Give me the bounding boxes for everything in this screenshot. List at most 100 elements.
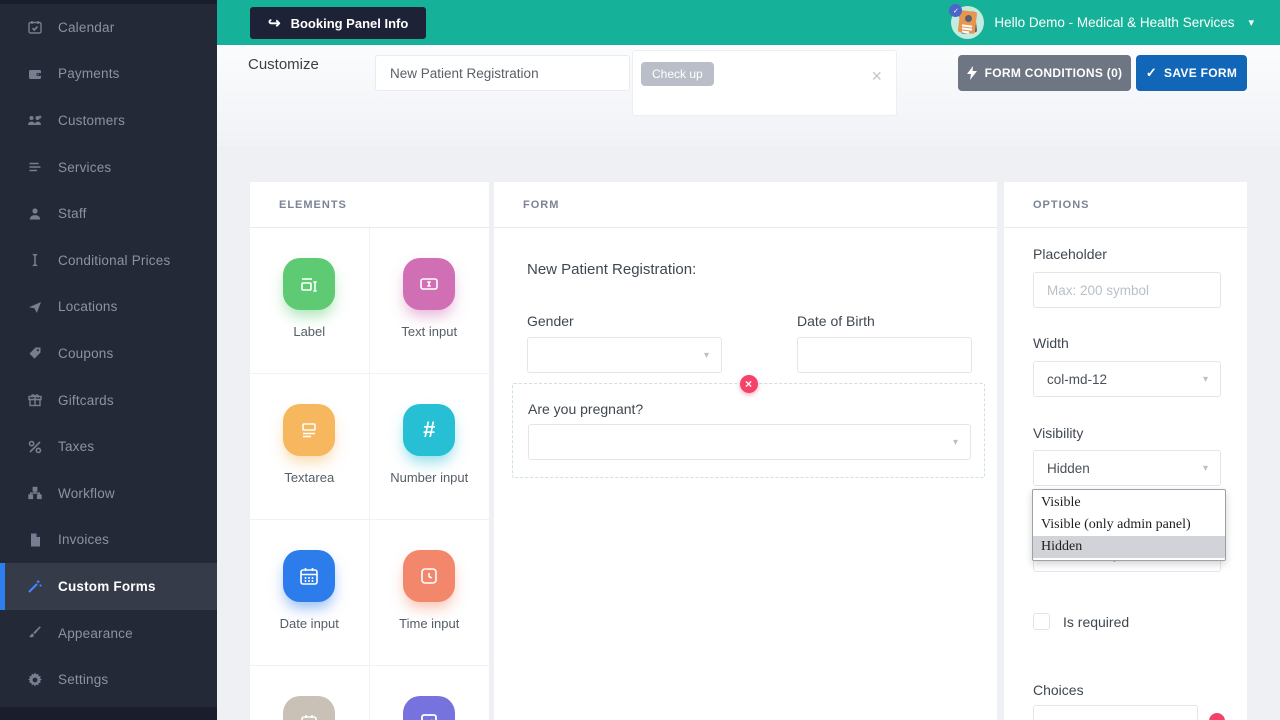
element-number-input[interactable]: # Number input [369, 374, 489, 520]
elements-panel-header: ELEMENTS [250, 182, 489, 228]
width-select[interactable]: col-md-12 ▾ [1033, 361, 1221, 397]
date-range-element-icon [283, 696, 336, 720]
wallet-icon [26, 65, 43, 82]
tab-check-up[interactable]: Check up [641, 62, 714, 86]
user-greeting: Hello Demo - Medical & Health Services [994, 15, 1235, 30]
element-textarea[interactable]: Textarea [250, 374, 370, 520]
date-of-birth-input[interactable] [797, 337, 972, 373]
form-name-input[interactable] [375, 55, 630, 91]
element-label-text: Number input [390, 470, 469, 485]
element-label-text: Text input [401, 324, 458, 339]
sidebar-item-services[interactable]: Services [0, 144, 217, 191]
chevron-down-icon: ▾ [1248, 17, 1254, 29]
sidebar-item-giftcards[interactable]: Giftcards [0, 377, 217, 424]
sidebar-item-staff[interactable]: Staff [0, 190, 217, 237]
topbar: ↪ Booking Panel Info ✓ Hello Demo - Medi… [217, 0, 1280, 45]
label-element-icon [283, 258, 336, 310]
booking-panel-info-button[interactable]: ↪ Booking Panel Info [250, 7, 427, 39]
save-form-button[interactable]: ✓ SAVE FORM [1136, 55, 1247, 91]
visibility-option-visible-admin[interactable]: Visible (only admin panel) [1033, 514, 1225, 536]
sidebar-item-label: Staff [58, 206, 87, 222]
placeholder-input[interactable] [1033, 272, 1221, 308]
text-input-element-icon [403, 258, 456, 310]
sidebar-item-invoices[interactable]: Invoices [0, 517, 217, 564]
sidebar-item-label: Taxes [58, 439, 95, 455]
is-required-row[interactable]: Is required [1033, 613, 1129, 630]
save-form-label: SAVE FORM [1164, 66, 1238, 80]
invoice-icon [26, 531, 43, 548]
delete-choice-button[interactable] [1209, 713, 1225, 720]
magic-wand-icon [26, 578, 43, 595]
avatar: ✓ [949, 4, 985, 39]
elements-panel: ELEMENTS Label Text input Textarea # Num [250, 182, 489, 720]
customize-label: Customize [248, 56, 319, 73]
gear-icon [26, 671, 43, 688]
sidebar-item-label: Customers [58, 112, 126, 128]
sidebar-item-label: Invoices [58, 532, 110, 548]
gender-label: Gender [527, 313, 574, 329]
chevron-down-icon: ▾ [952, 437, 958, 448]
workflow-icon [26, 485, 43, 502]
options-panel-title: OPTIONS [1033, 198, 1090, 211]
element-date-input[interactable]: Date input [250, 520, 370, 666]
close-icon[interactable]: × [871, 67, 882, 85]
sidebar-item-payments[interactable]: Payments [0, 51, 217, 98]
element-checkbox[interactable] [370, 666, 490, 720]
element-time-input[interactable]: Time input [369, 520, 489, 666]
checkbox-element-icon [403, 696, 456, 720]
sidebar-item-conditional-prices[interactable]: Conditional Prices [0, 237, 217, 284]
form-heading: New Patient Registration: [527, 261, 697, 278]
elements-grid: Label Text input Textarea # Number input [250, 228, 489, 720]
visibility-option-visible[interactable]: Visible [1033, 492, 1225, 514]
customers-icon [26, 112, 43, 129]
sidebar-item-customers[interactable]: Customers [0, 97, 217, 144]
booking-panel-info-label: Booking Panel Info [290, 15, 409, 31]
visibility-select[interactable]: Hidden ▾ [1033, 450, 1221, 486]
choice-input[interactable] [1033, 705, 1198, 720]
visibility-select-value: Hidden [1047, 460, 1090, 476]
is-required-checkbox[interactable] [1033, 613, 1050, 630]
sidebar-item-taxes[interactable]: Taxes [0, 423, 217, 470]
sidebar-item-calendar[interactable]: Calendar [0, 4, 217, 51]
element-label-text: Date input [279, 616, 339, 631]
form-panel-header: FORM [494, 182, 997, 228]
selected-form-element[interactable]: × Are you pregnant? ▾ [512, 375, 985, 478]
sidebar-item-custom-forms[interactable]: Custom Forms [0, 563, 217, 610]
element-text-input[interactable]: Text input [369, 228, 489, 374]
element-label[interactable]: Label [250, 228, 370, 374]
chevron-down-icon: ▾ [1202, 463, 1208, 474]
chevron-down-icon: ▾ [1202, 374, 1208, 385]
sidebar-item-appearance[interactable]: Appearance [0, 610, 217, 657]
sidebar-item-label: Services [58, 159, 112, 175]
form-conditions-label: FORM CONDITIONS (0) [984, 66, 1123, 80]
element-label-text: Textarea [284, 470, 335, 485]
form-conditions-button[interactable]: FORM CONDITIONS (0) [958, 55, 1131, 91]
visibility-option-hidden[interactable]: Hidden [1033, 536, 1225, 558]
form-panel: FORM New Patient Registration: Gender ▾ … [494, 182, 997, 720]
are-you-pregnant-select[interactable]: ▾ [528, 424, 971, 460]
sidebar-item-coupons[interactable]: Coupons [0, 330, 217, 377]
brush-icon [26, 625, 43, 642]
element-date-range[interactable] [250, 666, 370, 720]
is-required-label: Is required [1063, 613, 1130, 630]
width-select-value: col-md-12 [1047, 371, 1108, 387]
sidebar-item-workflow[interactable]: Workflow [0, 470, 217, 517]
user-menu[interactable]: ✓ Hello Demo - Medical & Health Services… [949, 0, 1254, 45]
gender-select[interactable]: ▾ [527, 337, 722, 373]
width-label: Width [1033, 335, 1069, 351]
sidebar-item-label: Conditional Prices [58, 252, 171, 268]
sidebar: Calendar Payments Customers Services Sta… [0, 0, 217, 720]
sidebar-item-settings[interactable]: Settings [0, 656, 217, 703]
navigation-icon [26, 298, 43, 315]
options-panel-header: OPTIONS [1004, 182, 1247, 228]
element-label-text: Label [293, 324, 326, 339]
number-input-element-icon: # [403, 404, 456, 456]
delete-element-button[interactable]: × [739, 375, 758, 393]
elements-panel-title: ELEMENTS [279, 198, 347, 211]
sidebar-menu: Calendar Payments Customers Services Sta… [0, 0, 217, 703]
check-icon: ✓ [1145, 65, 1158, 80]
sidebar-item-label: Payments [58, 66, 120, 82]
sidebar-item-locations[interactable]: Locations [0, 284, 217, 331]
sidebar-item-label: Giftcards [58, 392, 114, 408]
sidebar-item-label: Custom Forms [58, 578, 156, 594]
